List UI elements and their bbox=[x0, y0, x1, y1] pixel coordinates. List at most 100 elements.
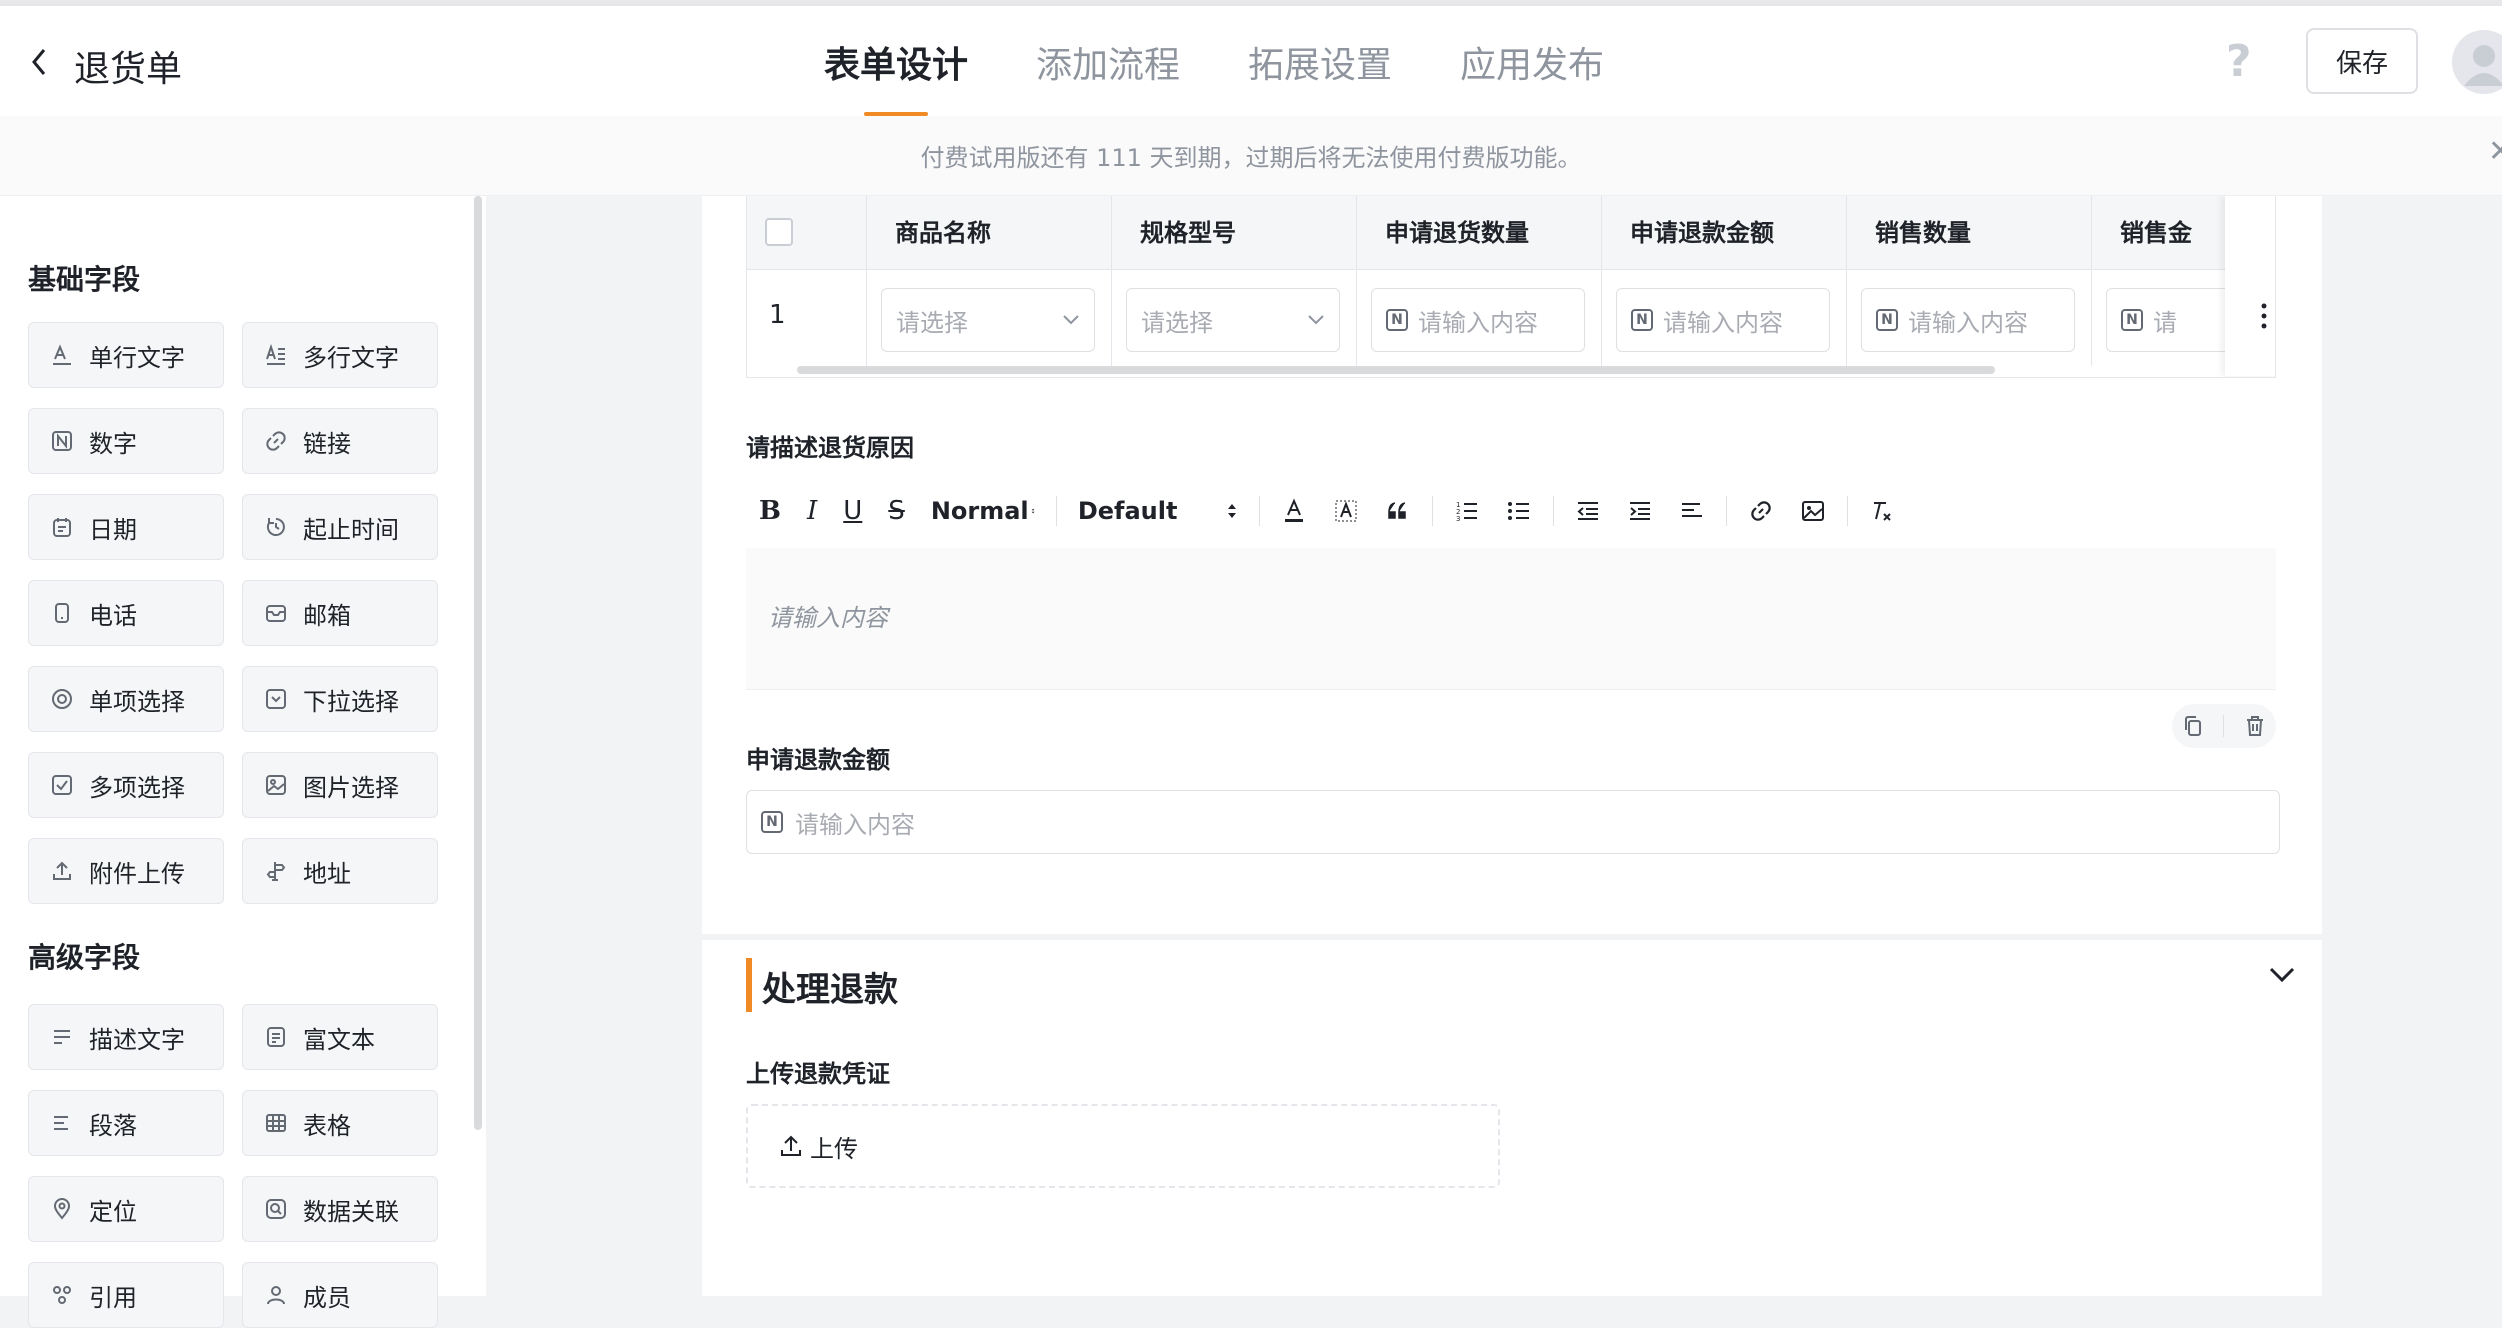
field-multi-line-text[interactable]: 多行文字 bbox=[242, 322, 438, 388]
image-icon[interactable] bbox=[1787, 498, 1839, 524]
field-dropdown[interactable]: 下拉选择 bbox=[242, 666, 438, 732]
link-icon[interactable] bbox=[1735, 498, 1787, 524]
field-date-range[interactable]: 起止时间 bbox=[242, 494, 438, 560]
sidebar-scrollbar[interactable] bbox=[474, 196, 482, 1130]
spec-model-select[interactable]: 请选择 bbox=[1126, 288, 1340, 352]
mail-icon bbox=[263, 600, 289, 626]
align-left-icon[interactable] bbox=[1666, 498, 1718, 524]
font-select[interactable]: Default bbox=[1065, 497, 1251, 525]
chevron-down-icon[interactable] bbox=[2268, 966, 2296, 984]
multiline-text-icon bbox=[263, 342, 289, 368]
format-select[interactable]: Normal bbox=[918, 497, 1048, 525]
field-reference[interactable]: 引用 bbox=[28, 1262, 224, 1328]
product-name-select[interactable]: 请选择 bbox=[881, 288, 1095, 352]
close-icon[interactable]: ✕ bbox=[2488, 134, 2502, 169]
bullet-list-icon[interactable] bbox=[1493, 498, 1545, 524]
field-label: 单项选择 bbox=[89, 687, 185, 716]
column-header: 申请退货数量 bbox=[1357, 196, 1602, 270]
user-avatar-icon bbox=[2464, 45, 2502, 86]
underline-icon[interactable]: U bbox=[830, 496, 875, 526]
tab-add-process[interactable]: 添加流程 bbox=[1036, 36, 1180, 116]
outdent-icon[interactable] bbox=[1562, 498, 1614, 524]
number-icon: N bbox=[1876, 309, 1898, 331]
field-data-link[interactable]: 数据关联 bbox=[242, 1176, 438, 1242]
text-icon bbox=[49, 342, 75, 368]
field-attachment[interactable]: 附件上传 bbox=[28, 838, 224, 904]
field-rich-text[interactable]: 富文本 bbox=[242, 1004, 438, 1070]
ordered-list-icon[interactable]: 123 bbox=[1441, 498, 1493, 524]
table-header: 商品名称 规格型号 申请退货数量 申请退款金额 销售数量 销售金 bbox=[747, 196, 2275, 270]
field-label: 数字 bbox=[89, 429, 137, 458]
trial-banner-text: 付费试用版还有 111 天到期，过期后将无法使用付费版功能。 bbox=[920, 144, 1582, 172]
field-table[interactable]: 表格 bbox=[242, 1090, 438, 1156]
radio-icon bbox=[49, 686, 75, 712]
field-label: 表格 bbox=[303, 1111, 351, 1140]
rich-text-toolbar: B I U S Normal Default 123 bbox=[746, 476, 2276, 546]
field-paragraph[interactable]: 段落 bbox=[28, 1090, 224, 1156]
strikethrough-icon[interactable]: S bbox=[875, 496, 918, 526]
field-member[interactable]: 成员 bbox=[242, 1262, 438, 1328]
field-link[interactable]: 链接 bbox=[242, 408, 438, 474]
more-vertical-icon[interactable] bbox=[2257, 302, 2271, 330]
highlight-icon[interactable] bbox=[1320, 498, 1372, 524]
dropdown-icon bbox=[263, 686, 289, 712]
italic-icon[interactable]: I bbox=[794, 496, 830, 526]
clear-format-icon[interactable] bbox=[1856, 498, 1908, 524]
upload-icon bbox=[49, 858, 75, 884]
refund-amount-input[interactable]: N 请输入内容 bbox=[746, 790, 2280, 854]
return-quantity-input[interactable]: N 请输入内容 bbox=[1371, 288, 1585, 352]
blockquote-icon[interactable] bbox=[1372, 498, 1424, 524]
reason-label: 请描述退货原因 bbox=[746, 434, 914, 462]
field-checkbox[interactable]: 多项选择 bbox=[28, 752, 224, 818]
phone-icon bbox=[49, 600, 75, 626]
field-email[interactable]: 邮箱 bbox=[242, 580, 438, 646]
field-description-text[interactable]: 描述文字 bbox=[28, 1004, 224, 1070]
top-tabs: 表单设计 添加流程 拓展设置 应用发布 bbox=[824, 36, 1604, 116]
font-color-icon[interactable] bbox=[1268, 498, 1320, 524]
back-icon[interactable] bbox=[28, 44, 50, 80]
field-radio[interactable]: 单项选择 bbox=[28, 666, 224, 732]
goods-subtable: 商品名称 规格型号 申请退货数量 申请退款金额 销售数量 销售金 1 请选择 请… bbox=[746, 196, 2276, 378]
field-single-line-text[interactable]: 单行文字 bbox=[28, 322, 224, 388]
field-label: 链接 bbox=[303, 429, 351, 458]
tab-form-design[interactable]: 表单设计 bbox=[824, 36, 968, 116]
sales-quantity-input[interactable]: N 请输入内容 bbox=[1861, 288, 2075, 352]
field-number[interactable]: 数字 bbox=[28, 408, 224, 474]
help-icon[interactable]: ? bbox=[2226, 36, 2252, 87]
table-cell: N 请输入内容 bbox=[1357, 270, 1602, 366]
rich-text-editor[interactable]: 请输入内容 bbox=[746, 548, 2276, 690]
upload-area[interactable]: 上传 bbox=[746, 1104, 1500, 1188]
field-label: 起止时间 bbox=[303, 515, 399, 544]
editor-placeholder: 请输入内容 bbox=[768, 604, 888, 632]
select-all-checkbox[interactable] bbox=[765, 218, 793, 246]
bold-icon[interactable]: B bbox=[746, 496, 794, 526]
toolbar-divider bbox=[1431, 496, 1433, 526]
field-location[interactable]: 定位 bbox=[28, 1176, 224, 1242]
field-date[interactable]: 日期 bbox=[28, 494, 224, 560]
tab-extension-settings[interactable]: 拓展设置 bbox=[1248, 36, 1392, 116]
indent-icon[interactable] bbox=[1614, 498, 1666, 524]
toolbar-divider bbox=[1055, 496, 1057, 526]
avatar[interactable] bbox=[2452, 30, 2502, 94]
field-label: 数据关联 bbox=[303, 1197, 399, 1226]
delete-icon[interactable] bbox=[2243, 714, 2267, 738]
save-button[interactable]: 保存 bbox=[2306, 28, 2418, 94]
field-actions bbox=[2172, 704, 2276, 748]
table-cell: 请选择 bbox=[1112, 270, 1357, 366]
copy-icon[interactable] bbox=[2181, 714, 2205, 738]
field-phone[interactable]: 电话 bbox=[28, 580, 224, 646]
section-divider bbox=[702, 934, 2322, 940]
top-header: 退货单 表单设计 添加流程 拓展设置 应用发布 ? 保存 bbox=[0, 6, 2502, 116]
lines-icon bbox=[49, 1024, 75, 1050]
column-header: 销售数量 bbox=[1847, 196, 2092, 270]
reference-icon bbox=[49, 1282, 75, 1308]
table-horizontal-scrollbar[interactable] bbox=[797, 366, 1995, 374]
field-image-select[interactable]: 图片选择 bbox=[242, 752, 438, 818]
field-address[interactable]: 地址 bbox=[242, 838, 438, 904]
user-icon bbox=[263, 1282, 289, 1308]
tab-app-publish[interactable]: 应用发布 bbox=[1460, 36, 1604, 116]
clock-refresh-icon bbox=[263, 514, 289, 540]
refund-amount-cell-input[interactable]: N 请输入内容 bbox=[1616, 288, 1830, 352]
section-accent-bar bbox=[746, 958, 752, 1012]
trial-banner: 付费试用版还有 111 天到期，过期后将无法使用付费版功能。 ✕ bbox=[0, 116, 2502, 196]
